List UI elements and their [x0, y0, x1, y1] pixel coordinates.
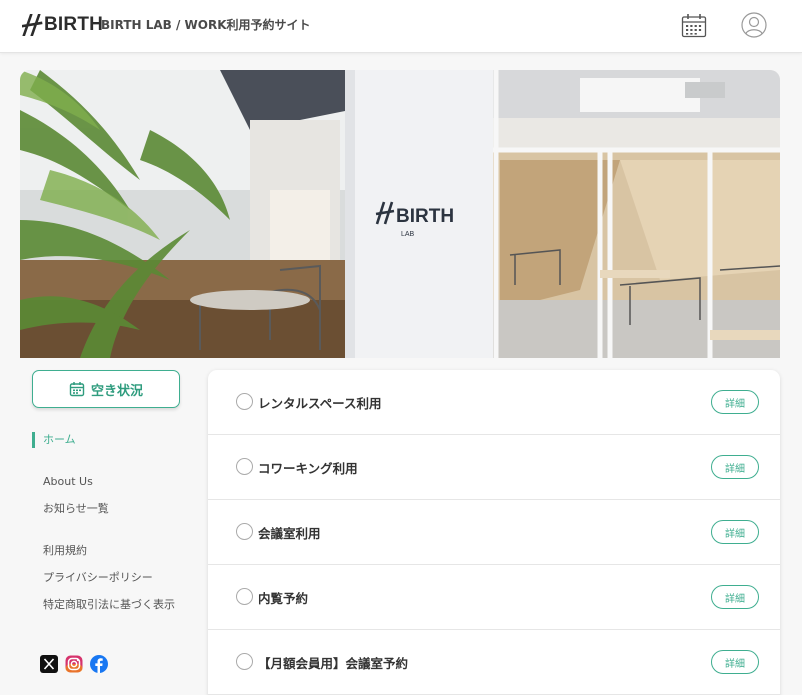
service-row-tour[interactable]: 内覧予約 詳細 [208, 565, 780, 630]
service-row-member-meeting-room[interactable]: 【月額会員用】会議室予約 詳細 [208, 630, 780, 695]
sidebar-item-home[interactable]: ホーム [32, 432, 76, 448]
facebook-link[interactable] [90, 655, 108, 673]
birth-logo[interactable]: BIRTH [22, 13, 103, 37]
hero-sign-sub: LAB [401, 231, 415, 238]
instagram-icon [65, 655, 83, 673]
availability-label: 空き状況 [90, 383, 143, 399]
service-label: 【月額会員用】会議室予約 [258, 656, 409, 671]
service-row-coworking[interactable]: コワーキング利用 詳細 [208, 435, 780, 500]
user-account-button[interactable] [741, 12, 767, 38]
service-radio[interactable] [236, 393, 253, 410]
facebook-icon [90, 655, 108, 673]
x-link[interactable] [40, 655, 58, 673]
service-row-meeting-room[interactable]: 会議室利用 詳細 [208, 500, 780, 565]
x-icon [40, 655, 58, 673]
sidebar-item-commerce-law[interactable]: 特定商取引法に基づく表示 [43, 596, 178, 613]
hero-sign-text: BIRTH [396, 206, 454, 227]
app-header: BIRTH BIRTH LAB / WORK利用予約サイト [0, 0, 802, 53]
service-label: コワーキング利用 [258, 461, 358, 476]
calendar-icon [69, 382, 85, 397]
detail-button[interactable]: 詳細 [711, 455, 759, 479]
service-label: 会議室利用 [258, 526, 321, 541]
sidebar-item-about-us[interactable]: About Us [43, 473, 93, 490]
service-radio[interactable] [236, 523, 253, 540]
sidebar-item-news[interactable]: お知らせ一覧 [43, 500, 109, 517]
detail-button[interactable]: 詳細 [711, 650, 759, 674]
availability-button[interactable]: 空き状況 [32, 370, 180, 408]
birth-logo-mark [22, 14, 43, 36]
detail-button[interactable]: 詳細 [711, 585, 759, 609]
calendar-button[interactable] [681, 13, 707, 38]
sidebar-item-privacy[interactable]: プライバシーポリシー [43, 569, 153, 586]
service-radio[interactable] [236, 653, 253, 670]
service-radio[interactable] [236, 588, 253, 605]
detail-button[interactable]: 詳細 [711, 390, 759, 414]
logo-text: BIRTH [44, 14, 104, 35]
service-radio[interactable] [236, 458, 253, 475]
sidebar-item-terms[interactable]: 利用規約 [43, 542, 87, 559]
calendar-icon [681, 14, 707, 38]
service-label: レンタルスペース利用 [258, 396, 382, 411]
detail-button[interactable]: 詳細 [711, 520, 759, 544]
user-icon [741, 12, 767, 38]
service-row-rental-space[interactable]: レンタルスペース利用 詳細 [208, 370, 780, 435]
hero-image: BIRTH LAB [20, 70, 780, 358]
service-label: 内覧予約 [258, 591, 309, 606]
service-list: レンタルスペース利用 詳細 コワーキング利用 詳細 会議室利用 詳細 内覧予約 … [208, 370, 780, 695]
site-title: BIRTH LAB / WORK利用予約サイト [101, 18, 311, 32]
instagram-link[interactable] [65, 655, 83, 673]
